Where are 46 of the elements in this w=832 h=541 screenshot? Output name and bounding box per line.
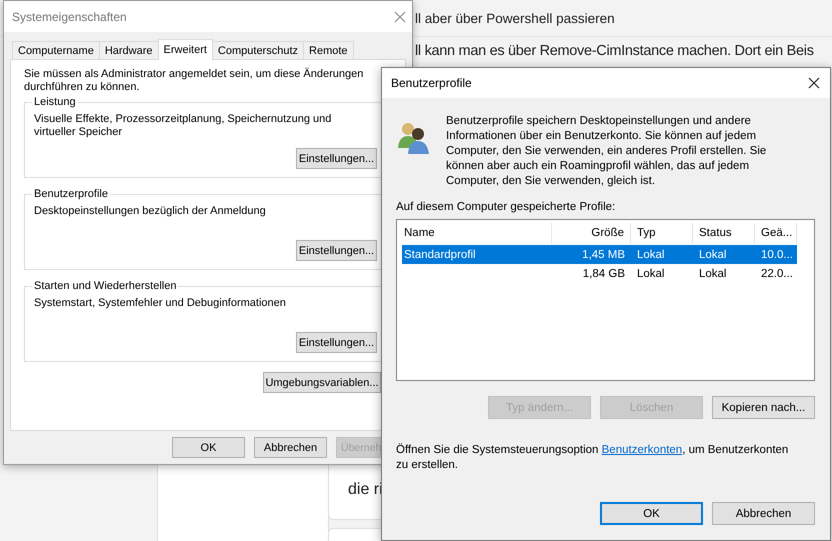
tab[interactable]: Erweitert <box>158 39 213 60</box>
action-button[interactable]: Kopieren nach... <box>712 396 815 419</box>
table-cell-text: Standardprofil <box>403 248 477 260</box>
tab[interactable]: Computerschutz <box>212 41 304 59</box>
profile-row[interactable]: 1,84 GB Lokal Lokal 22.0... <box>402 264 797 283</box>
window-title: Systemeigenschaften <box>12 10 127 24</box>
page-text: ll aber über Powershell passieren <box>415 11 615 26</box>
column-header[interactable]: Geä... <box>755 223 797 244</box>
column-header[interactable]: Größe <box>552 223 631 244</box>
group-title: Starten und Wiederherstellen <box>33 280 178 292</box>
table-cell-text: 1,84 GB <box>582 268 626 280</box>
users-icon <box>396 120 432 156</box>
tab[interactable]: Remote <box>303 41 354 59</box>
notice-text: Sie müssen als Administrator angemeldet sein, um diese Änderungen durchführen zu können. <box>24 68 364 94</box>
dialog-button[interactable]: Abbrechen <box>712 502 815 525</box>
description-text: Benutzerprofile speichern Desktopeinstellungen und andere Informationen über ein Benutzerkonto. Sie können auf jedem Computer, den Sie verwenden, ein anderes Profil erstellen. Sie können aber auch ein Roamingprofil wählen, das auf jedem Computer, den Sie verwenden, gleich ist. <box>446 114 768 189</box>
dialog-button[interactable]: Abbrechen <box>254 437 327 458</box>
list-label: Auf diesem Computer gespeicherte Profile: <box>396 201 616 213</box>
settings-button[interactable]: Einstellungen... <box>296 332 377 353</box>
table-cell-text: Lokal <box>636 268 666 280</box>
tab[interactable]: Computername <box>12 41 100 59</box>
dialog-button[interactable]: OK <box>172 437 245 458</box>
profile-row[interactable]: Standardprofil 1,45 MB Lokal Lokal 10.0... <box>402 245 797 264</box>
table-cell-text: Lokal <box>636 248 666 260</box>
table-cell-text: Lokal <box>698 248 728 260</box>
dialog-button[interactable]: OK <box>600 502 703 525</box>
table-cell-text: Lokal <box>698 268 728 280</box>
close-icon[interactable] <box>808 77 820 89</box>
table-cell-text: 1,45 MB <box>581 248 626 260</box>
user-accounts-link[interactable]: Benutzerkonten <box>602 444 682 456</box>
settings-button[interactable]: Einstellungen... <box>296 148 377 169</box>
window-title: Benutzerprofile <box>391 76 472 90</box>
group-description: Systemstart, Systemfehler und Debuginformationen <box>34 297 287 311</box>
environment-variables-button[interactable]: Umgebungsvariablen... <box>263 372 381 393</box>
settings-button[interactable]: Einstellungen... <box>296 240 377 261</box>
column-header[interactable]: Typ <box>631 223 693 244</box>
table-cell-text: 10.0... <box>760 248 794 260</box>
table-cell-text: 22.0... <box>760 268 794 280</box>
group-title: Leistung <box>33 96 77 108</box>
group-description: Visuelle Effekte, Prozessorzeitplanung, Speichernutzung und virtueller Speicher <box>34 113 332 140</box>
page-text: ll kann man es über Remove-CimInstance machen. Dort ein Beis <box>415 43 814 59</box>
group-description: Desktopeinstellungen bezüglich der Anmeldung <box>34 205 267 219</box>
column-header[interactable]: Status <box>693 223 755 244</box>
column-header[interactable]: Name <box>402 223 552 244</box>
group-title: Benutzerprofile <box>33 188 109 200</box>
footer-text: Öffnen Sie die Systemsteuerungsoption Benutzerkonten, um Benutzerkonten zu erstellen. <box>396 443 790 473</box>
